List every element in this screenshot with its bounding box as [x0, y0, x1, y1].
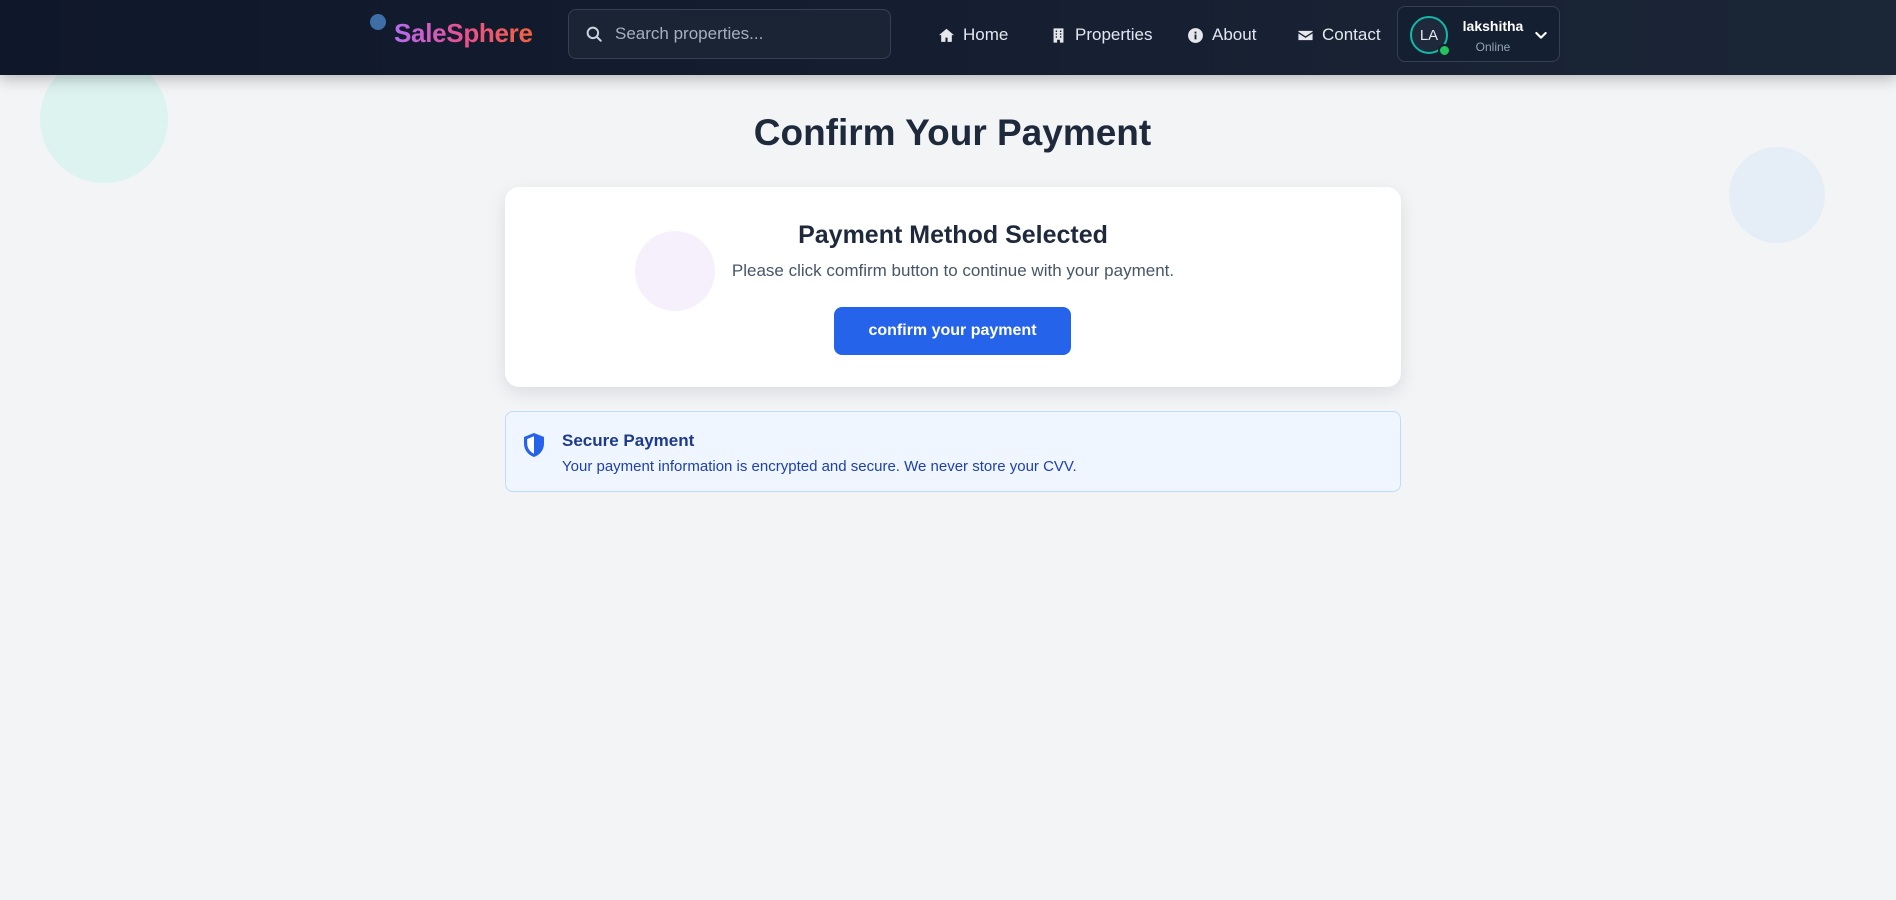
- navbar: SaleSphere Home Properties About Contact…: [0, 0, 1896, 75]
- chevron-down-icon[interactable]: [1533, 27, 1549, 43]
- card-title: Payment Method Selected: [798, 221, 1108, 249]
- user-name: lakshitha: [1462, 18, 1524, 34]
- search-icon: [586, 26, 602, 42]
- info-icon: [1188, 27, 1203, 43]
- user-status: Online: [1475, 40, 1511, 54]
- secure-title: Secure Payment: [562, 431, 695, 450]
- nav-contact[interactable]: Contact: [1297, 23, 1381, 47]
- search-box[interactable]: [568, 9, 891, 59]
- home-icon: [939, 28, 954, 42]
- nav-home-label: Home: [963, 25, 1009, 44]
- nav-about[interactable]: About: [1187, 23, 1256, 47]
- envelope-icon: [1298, 30, 1313, 40]
- secure-payment-notice: Secure Payment Your payment information …: [505, 411, 1401, 492]
- payment-method-card: Payment Method Selected Please click com…: [505, 187, 1401, 387]
- shield-icon: [524, 433, 544, 457]
- nav-properties-label: Properties: [1075, 25, 1153, 44]
- card-description: Please click comfirm button to continue …: [731, 261, 1175, 280]
- confirm-payment-button[interactable]: confirm your payment: [834, 307, 1071, 355]
- online-status-dot: [1438, 44, 1451, 57]
- nav-contact-label: Contact: [1322, 25, 1381, 44]
- building-icon: [1053, 27, 1064, 43]
- nav-properties[interactable]: Properties: [1050, 23, 1152, 47]
- decorative-circle-right: [1729, 147, 1825, 243]
- nav-about-label: About: [1212, 25, 1257, 44]
- nav-home[interactable]: Home: [938, 23, 1008, 47]
- secure-text: Your payment information is encrypted an…: [562, 458, 1077, 475]
- brand-logo[interactable]: SaleSphere: [394, 18, 533, 49]
- page-title: Confirm Your Payment: [753, 112, 1152, 153]
- search-input[interactable]: [615, 24, 885, 44]
- logo-dot: [370, 14, 386, 30]
- user-menu[interactable]: LA lakshitha Online: [1397, 6, 1560, 62]
